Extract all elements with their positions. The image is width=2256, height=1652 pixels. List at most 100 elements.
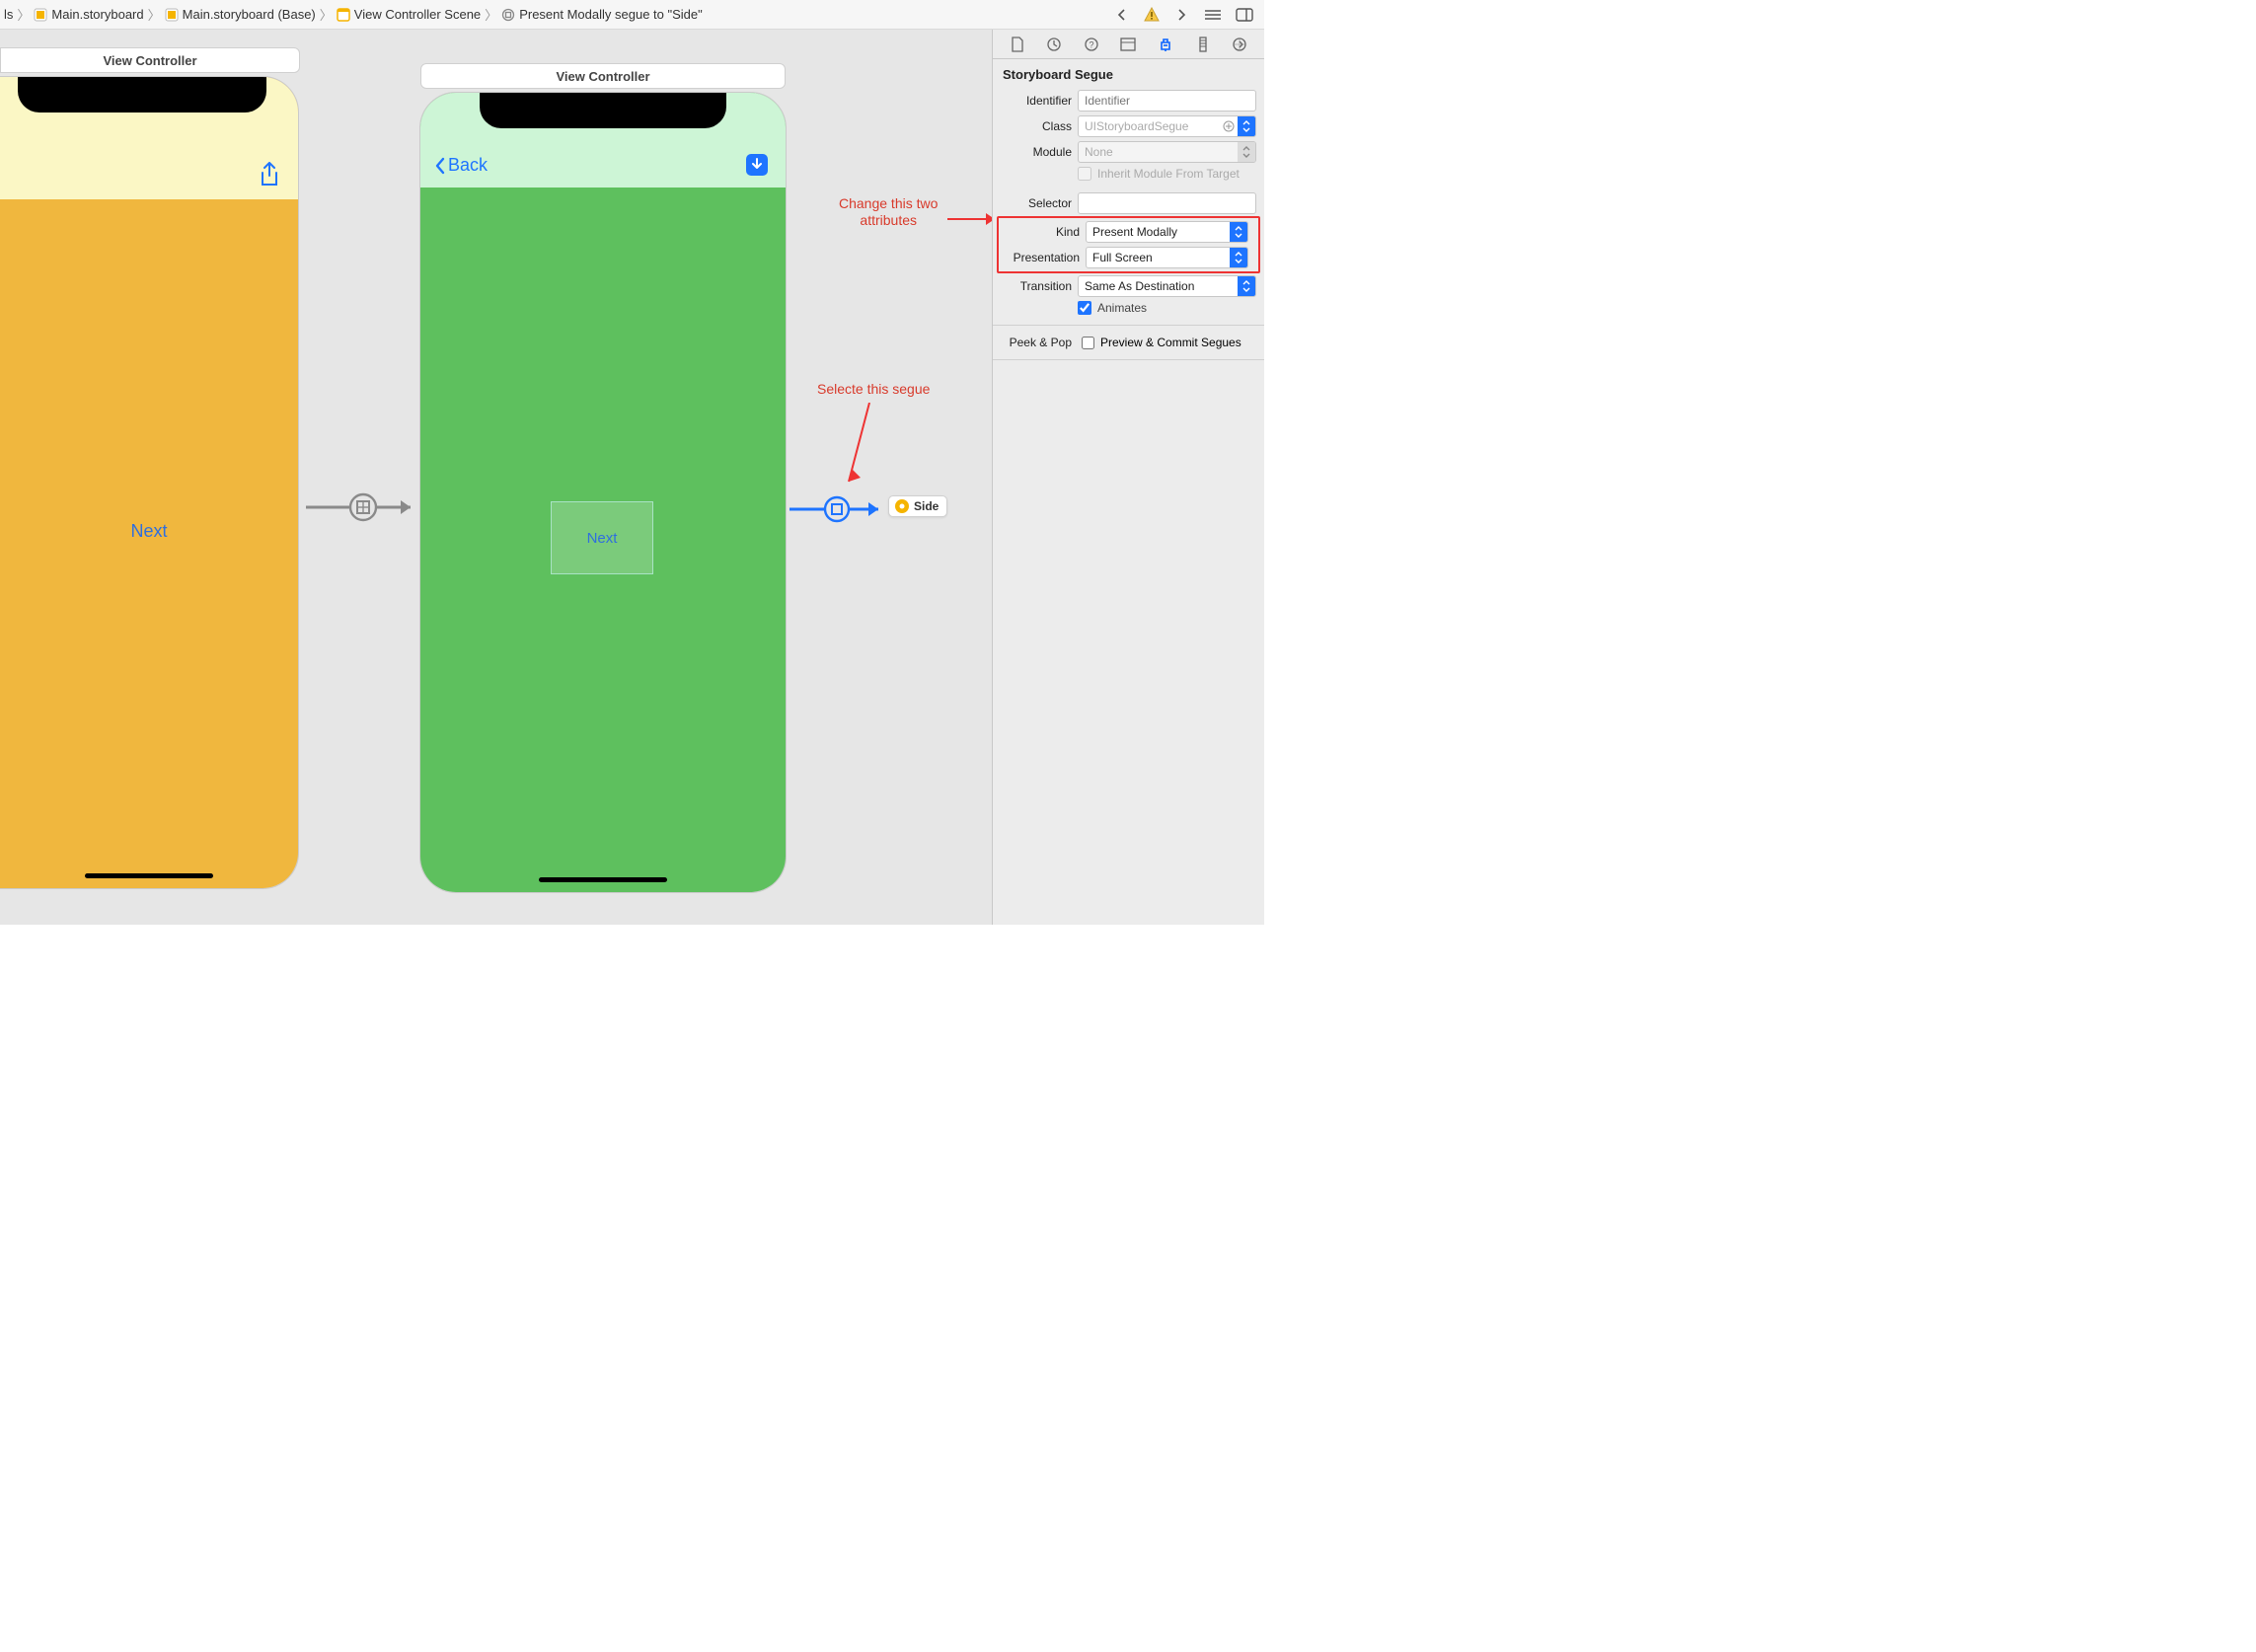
segue-icon — [501, 8, 515, 22]
divider — [993, 325, 1264, 326]
class-row: Class UIStoryboardSegue — [993, 113, 1264, 139]
module-combo-value: None — [1079, 145, 1238, 159]
outline-toggle-button[interactable] — [1203, 5, 1223, 25]
class-label: Class — [1001, 119, 1072, 133]
inspector-tabs: ? — [993, 30, 1264, 59]
svg-text:?: ? — [1089, 39, 1093, 49]
stepper-caret-icon[interactable] — [1230, 248, 1247, 267]
divider — [993, 359, 1264, 360]
storyboard-file-icon — [165, 8, 179, 22]
connections-inspector-tab[interactable] — [1230, 35, 1249, 54]
scene-title-bar[interactable]: View Controller — [420, 63, 786, 89]
warning-icon[interactable] — [1144, 7, 1160, 23]
chevron-right-icon: 〉 — [17, 5, 30, 24]
annotation-change-attributes: Change this two attributes — [839, 195, 938, 229]
editor-layout-button[interactable] — [1235, 5, 1254, 25]
chevron-right-icon: 〉 — [485, 5, 497, 24]
navbar-1 — [0, 77, 298, 199]
identifier-field[interactable] — [1078, 90, 1256, 112]
peek-pop-row: Peek & Pop Preview & Commit Segues — [993, 334, 1264, 351]
top-toolbar: ls 〉 Main.storyboard 〉 Main.storyboard (… — [0, 0, 1264, 30]
kind-combo-value: Present Modally — [1087, 225, 1230, 239]
breadcrumb-item[interactable]: Present Modally segue to "Side" — [519, 7, 703, 22]
transition-combo-value: Same As Destination — [1079, 279, 1238, 293]
inherit-module-checkbox[interactable] — [1078, 167, 1091, 181]
stepper-caret-icon[interactable] — [1230, 222, 1247, 242]
stepper-caret-icon[interactable] — [1238, 142, 1255, 162]
transition-label: Transition — [1001, 279, 1072, 293]
help-inspector-tab[interactable]: ? — [1082, 35, 1101, 54]
chevron-right-icon: 〉 — [320, 5, 333, 24]
breadcrumb-item[interactable]: Main.storyboard (Base) — [183, 7, 316, 22]
storyboard-canvas[interactable]: View Controller Next View Controller Bac… — [0, 30, 992, 925]
presentation-combo[interactable]: Full Screen — [1086, 247, 1248, 268]
home-indicator-icon — [85, 873, 213, 878]
scene-title-label: View Controller — [556, 69, 649, 84]
inherit-module-label: Inherit Module From Target — [1097, 167, 1240, 181]
animates-checkbox[interactable] — [1078, 301, 1091, 315]
presentation-row: Presentation Full Screen — [1001, 245, 1256, 270]
notch-icon — [18, 77, 266, 113]
annotation-arrow-icon — [947, 205, 992, 235]
circle-plus-icon[interactable] — [1220, 116, 1238, 136]
transition-row: Transition Same As Destination — [993, 273, 1264, 299]
home-indicator-icon — [539, 877, 667, 882]
inspector-section-title: Storyboard Segue — [993, 59, 1264, 88]
toolbar-right — [1102, 5, 1264, 25]
class-combo-value: UIStoryboardSegue — [1079, 119, 1220, 133]
preview-commit-checkbox[interactable] — [1082, 337, 1094, 349]
view-controller-2[interactable]: Back Next — [420, 93, 786, 892]
transition-combo[interactable]: Same As Destination — [1078, 275, 1256, 297]
side-chip-label: Side — [914, 499, 939, 513]
annotation-select-segue: Selecte this segue — [817, 381, 930, 398]
class-combo[interactable]: UIStoryboardSegue — [1078, 115, 1256, 137]
breadcrumb: ls 〉 Main.storyboard 〉 Main.storyboard (… — [0, 5, 1102, 24]
identity-inspector-tab[interactable] — [1118, 35, 1138, 54]
breadcrumb-item[interactable]: Main.storyboard — [51, 7, 143, 22]
view-controller-1[interactable]: Next — [0, 77, 298, 888]
notch-icon — [480, 93, 726, 128]
identifier-label: Identifier — [1001, 94, 1072, 108]
identifier-row: Identifier — [993, 88, 1264, 113]
breadcrumb-item[interactable]: View Controller Scene — [354, 7, 481, 22]
module-combo[interactable]: None — [1078, 141, 1256, 163]
segue-arrow-1[interactable] — [306, 491, 420, 523]
next-button-1[interactable]: Next — [130, 521, 167, 542]
animates-label: Animates — [1097, 301, 1147, 315]
peek-pop-label: Peek & Pop — [1001, 336, 1072, 349]
kind-combo[interactable]: Present Modally — [1086, 221, 1248, 243]
kind-label: Kind — [1009, 225, 1080, 239]
presentation-label: Presentation — [1009, 251, 1080, 264]
scene-title-bar[interactable]: View Controller — [0, 47, 300, 73]
animates-row: Animates — [993, 299, 1264, 317]
selector-field[interactable] — [1078, 192, 1256, 214]
scene-title-label: View Controller — [103, 53, 196, 68]
back-label: Back — [448, 155, 488, 176]
attributes-inspector-tab[interactable] — [1156, 35, 1175, 54]
scene-icon — [337, 8, 350, 22]
inspector-panel: ? Storyboard Segue Identifier Class UISt… — [992, 30, 1264, 925]
file-inspector-tab[interactable] — [1008, 35, 1027, 54]
side-scene-chip[interactable]: Side — [888, 495, 947, 517]
history-inspector-tab[interactable] — [1044, 35, 1064, 54]
navbar-2: Back — [420, 93, 786, 188]
inherit-module-row: Inherit Module From Target — [993, 165, 1264, 183]
chevron-right-icon: 〉 — [148, 5, 161, 24]
viewcontroller-icon — [895, 499, 909, 513]
stepper-caret-icon[interactable] — [1238, 276, 1255, 296]
container-view[interactable]: Next — [551, 501, 653, 574]
main: View Controller Next View Controller Bac… — [0, 30, 1264, 925]
chevron-left-icon — [434, 157, 446, 175]
size-inspector-tab[interactable] — [1193, 35, 1213, 54]
stepper-caret-icon[interactable] — [1238, 116, 1255, 136]
nav-forward-button[interactable] — [1171, 5, 1191, 25]
download-icon[interactable] — [746, 154, 768, 176]
annotation-arrow-icon — [845, 403, 894, 501]
back-button[interactable]: Back — [434, 155, 488, 176]
breadcrumb-item[interactable]: ls — [4, 7, 13, 22]
share-icon[interactable] — [259, 162, 280, 188]
preview-commit-label: Preview & Commit Segues — [1100, 336, 1241, 349]
selector-label: Selector — [1001, 196, 1072, 210]
module-label: Module — [1001, 145, 1072, 159]
nav-back-button[interactable] — [1112, 5, 1132, 25]
